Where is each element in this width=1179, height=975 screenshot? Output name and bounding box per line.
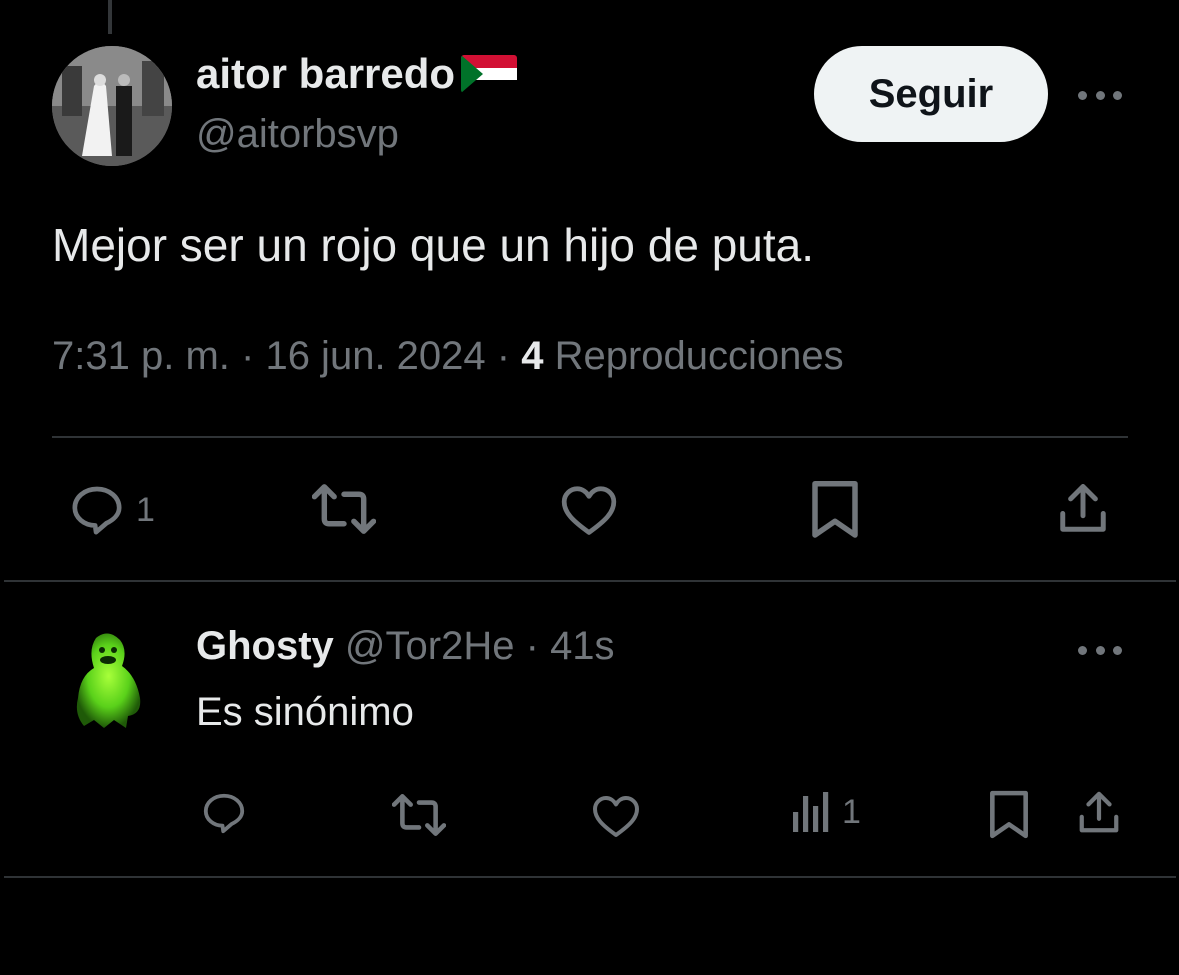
like-icon <box>560 484 618 536</box>
reply-retweet-button[interactable] <box>392 794 446 836</box>
reply-share-button[interactable] <box>1076 790 1122 836</box>
reply-time[interactable]: 41s <box>550 624 615 668</box>
views-label: Reproducciones <box>554 334 844 378</box>
like-icon <box>592 794 640 838</box>
bookmark-icon <box>988 790 1030 840</box>
more-options-icon[interactable] <box>1078 89 1122 101</box>
tweet-meta: 7:31 p. m. · 16 jun. 2024 · 4 Reproducci… <box>52 334 844 378</box>
tweet-text: Mejor ser un rojo que un hijo de puta. <box>52 219 815 271</box>
author-name-text: aitor barredo <box>196 50 456 97</box>
reply-text: Es sinónimo <box>196 690 414 734</box>
analytics-icon <box>790 790 832 834</box>
thread-connector-line <box>108 0 112 34</box>
reply-views-count: 1 <box>842 792 861 831</box>
views-count: 4 <box>521 334 544 378</box>
reply-avatar[interactable] <box>66 628 150 736</box>
reply-bookmark-button[interactable] <box>988 790 1030 840</box>
tweet-time[interactable]: 7:31 p. m. <box>52 334 230 378</box>
tweet-date[interactable]: 16 jun. 2024 <box>265 334 485 378</box>
reply-icon <box>68 482 126 538</box>
reply-analytics-button[interactable]: 1 <box>790 790 861 834</box>
retweet-icon <box>392 794 446 836</box>
reply-count: 1 <box>136 490 155 529</box>
sudan-flag-icon <box>461 55 518 93</box>
reply-button[interactable]: 1 <box>68 482 155 538</box>
divider <box>52 436 1128 438</box>
bookmark-icon <box>810 480 860 540</box>
divider <box>4 876 1176 878</box>
follow-button[interactable]: Seguir <box>814 46 1048 142</box>
avatar[interactable] <box>52 46 172 166</box>
reply-header: Ghosty @Tor2He · 41s <box>196 624 615 668</box>
divider <box>4 580 1176 582</box>
author-name[interactable]: aitor barredo <box>196 50 518 98</box>
bookmark-button[interactable] <box>810 480 860 540</box>
share-button[interactable] <box>1056 482 1110 536</box>
reply-more-options-icon[interactable] <box>1078 644 1122 656</box>
reply-author-handle[interactable]: @Tor2He <box>345 624 515 668</box>
retweet-button[interactable] <box>312 484 376 534</box>
retweet-icon <box>312 484 376 534</box>
like-button[interactable] <box>560 484 618 536</box>
reply-reply-button[interactable] <box>200 790 248 836</box>
reply-like-button[interactable] <box>592 794 640 838</box>
reply-author-name[interactable]: Ghosty <box>196 624 334 668</box>
share-icon <box>1056 482 1110 536</box>
reply-icon <box>200 790 248 836</box>
share-icon <box>1076 790 1122 836</box>
author-handle[interactable]: @aitorbsvp <box>196 112 399 157</box>
